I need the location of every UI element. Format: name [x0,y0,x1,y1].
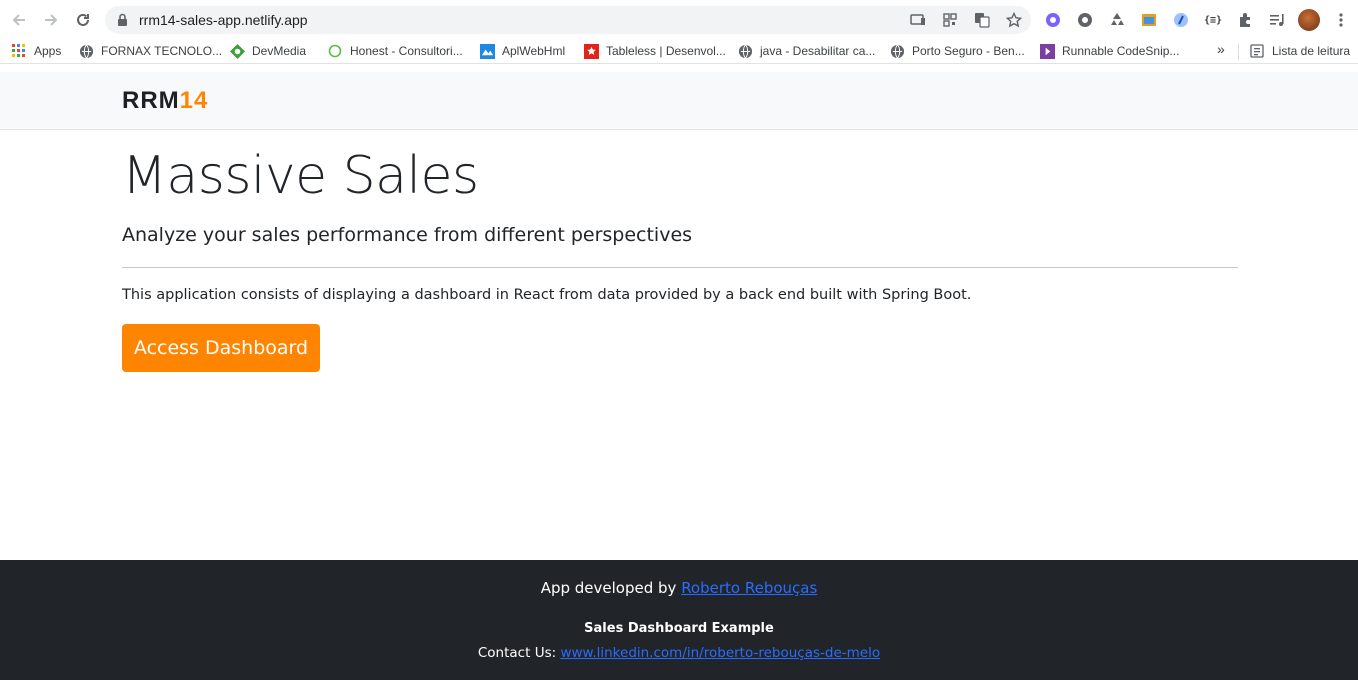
bookmark-label: FORNAX TECNOLO... [101,44,223,58]
extension-gear-icon[interactable] [1074,9,1096,31]
bookmark-label: Porto Seguro - Ben... [912,44,1025,58]
author-link[interactable]: Roberto Rebouças [681,579,817,597]
reload-button[interactable] [72,9,94,31]
bookmark-apps[interactable]: Apps [11,43,61,59]
logo-number: 14 [179,87,209,114]
bookmark-label: Apps [34,44,62,58]
reading-list-icon [1249,43,1265,59]
tableless-icon [583,43,599,59]
url-text: rrm14-sales-app.netlify.app [139,12,308,28]
profile-avatar[interactable] [1298,9,1320,31]
page-subtitle: Analyze your sales performance from diff… [122,224,693,246]
logo-text: RRM [122,87,180,114]
forward-button[interactable] [40,9,62,31]
apps-grid-icon [11,43,27,59]
site-navbar: RRM14 [0,72,1358,130]
extension-recycle-icon[interactable] [1106,9,1128,31]
forward-arrow-icon [45,14,58,26]
contact-label: Contact Us: [477,645,557,661]
bookmark-tableless[interactable]: Tableless | Desenvol... [583,43,726,59]
qr-code-icon[interactable] [941,11,959,29]
bookmarks-overflow-button[interactable]: » [1217,41,1225,57]
bookmarks-bar: Apps FORNAX TECNOLO... DevMedia Honest -… [0,40,1358,64]
bookmark-fornax[interactable]: FORNAX TECNOLO... [78,43,222,59]
extensions-puzzle-icon[interactable] [1234,9,1256,31]
circle-icon [327,43,343,59]
developed-by-text: App developed by [540,579,677,597]
runnable-icon [1039,43,1055,59]
project-name: Sales Dashboard Example [584,621,774,636]
address-bar[interactable]: rrm14-sales-app.netlify.app [105,6,1031,34]
bookmark-label: Honest - Consultori... [350,44,463,58]
kebab-menu-icon[interactable] [1330,9,1352,31]
globe-icon [889,43,905,59]
divider [122,267,1238,268]
contact-line: Contact Us: www.linkedin.com/in/roberto-… [0,645,1358,661]
bookmark-java[interactable]: java - Desabilitar ca... [737,43,875,59]
access-dashboard-button[interactable]: Access Dashboard [122,324,320,372]
page-title: Massive Sales [122,146,479,206]
lock-icon [118,13,127,26]
browser-toolbar: rrm14-sales-app.netlify.app {≡} [0,0,1358,40]
bookmark-label: DevMedia [252,44,307,58]
linkedin-link[interactable]: www.linkedin.com/in/roberto-rebouças-de-… [560,645,880,661]
bookmark-runnable[interactable]: Runnable CodeSnip... [1039,43,1179,59]
bookmark-devmedia[interactable]: DevMedia [229,43,306,59]
bookmark-star-icon[interactable] [1005,11,1023,29]
developer-credit: App developed by Roberto Rebouças [0,579,1358,597]
back-button[interactable] [8,9,30,31]
translate-icon[interactable] [973,11,991,29]
bookmark-aplwebhml[interactable]: AplWebHml [479,43,565,59]
site-footer: App developed by Roberto Rebouças Sales … [0,560,1358,680]
bookmark-label: Tableless | Desenvol... [606,44,726,58]
cast-icon[interactable] [909,11,927,29]
bookmark-honest[interactable]: Honest - Consultori... [327,43,463,59]
bookmark-label: Runnable CodeSnip... [1062,44,1180,58]
extension-blue-circle-icon[interactable] [1170,9,1192,31]
globe-icon [78,43,94,59]
overflow-chevron-icon: » [1217,41,1225,57]
devmedia-icon [229,43,245,59]
reading-list-button[interactable]: Lista de leitura [1249,43,1350,59]
bookmarks-divider [1238,44,1239,60]
extension-braces-icon[interactable]: {≡} [1202,9,1224,31]
extension-window-icon[interactable] [1138,9,1160,31]
app-description: This application consists of displaying … [122,287,972,303]
bookmark-label: AplWebHml [502,44,566,58]
aplwebhml-icon [479,43,495,59]
bookmark-porto-seguro[interactable]: Porto Seguro - Ben... [889,43,1025,59]
globe-icon [737,43,753,59]
reload-icon [77,13,89,26]
media-queue-icon[interactable] [1266,9,1288,31]
extension-flower-icon[interactable] [1042,9,1064,31]
bookmark-label: java - Desabilitar ca... [760,44,876,58]
site-logo[interactable]: RRM14 [122,87,208,115]
back-arrow-icon [12,14,25,26]
reading-list-label: Lista de leitura [1272,44,1351,58]
